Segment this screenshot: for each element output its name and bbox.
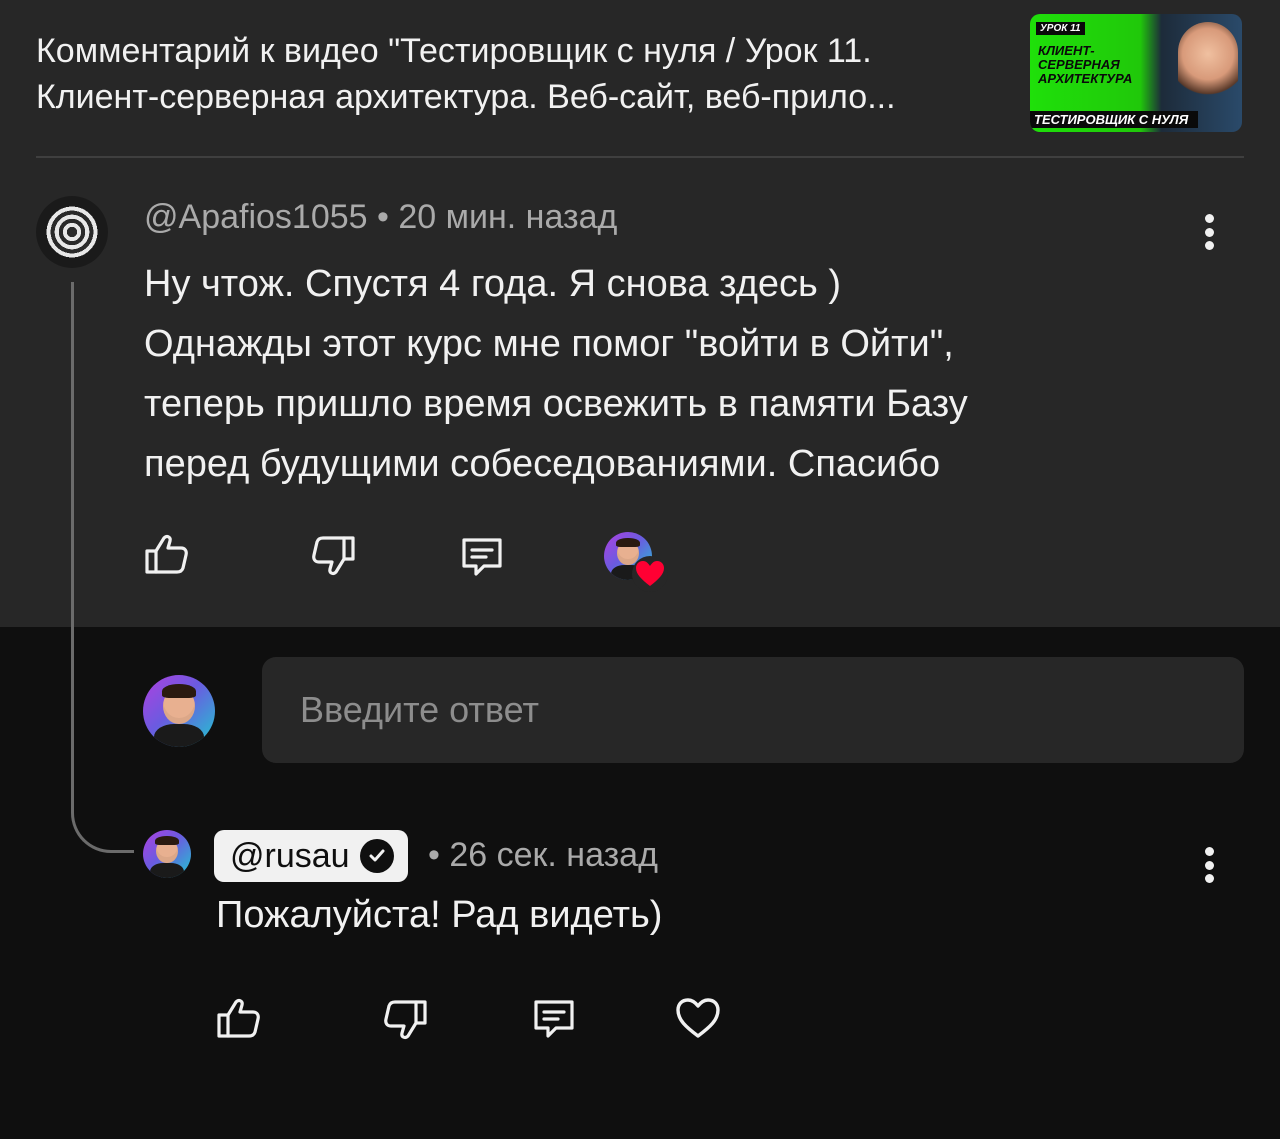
thumbnail-footer: ТЕСТИРОВЩИК С НУЛЯ	[1030, 111, 1198, 128]
meta-separator: •	[377, 198, 389, 236]
like-icon[interactable]	[214, 994, 262, 1042]
comment-meta: @Apafios1055 • 20 мин. назад	[144, 198, 617, 237]
creator-heart-icon	[632, 556, 668, 592]
reply-author-badge[interactable]: @rusau	[214, 830, 408, 882]
reply-author: @rusau	[230, 836, 350, 875]
video-thumbnail[interactable]: УРОК 11 КЛИЕНТ-СЕРВЕРНАЯ АРХИТЕКТУРА ТЕС…	[1030, 14, 1242, 132]
thumbnail-tag: УРОК 11	[1036, 22, 1085, 35]
video-title[interactable]: Комментарий к видео "Тестировщик с нуля …	[36, 28, 1016, 120]
like-icon[interactable]	[142, 530, 190, 578]
reply-time: • 26 сек. назад	[428, 836, 658, 874]
verified-icon	[359, 839, 394, 873]
thread-connector	[71, 282, 134, 853]
reply-author-avatar[interactable]	[143, 830, 191, 878]
thumbnail-headline: КЛИЕНТ-СЕРВЕРНАЯ АРХИТЕКТУРА	[1038, 43, 1133, 86]
commenter-avatar[interactable]	[36, 196, 108, 268]
dislike-icon[interactable]	[382, 996, 430, 1044]
reply-icon[interactable]	[458, 532, 506, 580]
comment-time: 20 мин. назад	[398, 198, 618, 236]
reply-body: Пожалуйста! Рад видеть)	[216, 894, 663, 936]
comment-line: Ну чтож. Спустя 4 года. Я снова здесь )	[144, 263, 842, 305]
comment-body: Ну чтож. Спустя 4 года. Я снова здесь ) …	[144, 254, 1184, 494]
video-title-line-2: Клиент-серверная архитектура. Веб-сайт, …	[36, 78, 896, 116]
comment-line: теперь пришло время освежить в памяти Ба…	[144, 383, 968, 425]
reply-input-placeholder: Введите ответ	[300, 689, 539, 730]
reply-input[interactable]: Введите ответ	[262, 657, 1244, 763]
heart-icon[interactable]	[674, 994, 722, 1042]
thumbnail-face	[1178, 22, 1238, 102]
comment-author[interactable]: @Apafios1055	[144, 198, 368, 236]
more-vert-icon[interactable]	[1194, 843, 1224, 887]
current-user-avatar	[143, 675, 215, 747]
dislike-icon[interactable]	[310, 532, 358, 580]
comment-line: перед будущими собеседованиями. Спасибо	[144, 443, 941, 485]
header-divider	[36, 156, 1244, 158]
more-vert-icon[interactable]	[1194, 210, 1224, 254]
comment-line: Однажды этот курс мне помог "войти в Ойт…	[144, 323, 954, 365]
video-title-line-1: Комментарий к видео "Тестировщик с нуля …	[36, 32, 872, 70]
reply-icon[interactable]	[530, 994, 578, 1042]
